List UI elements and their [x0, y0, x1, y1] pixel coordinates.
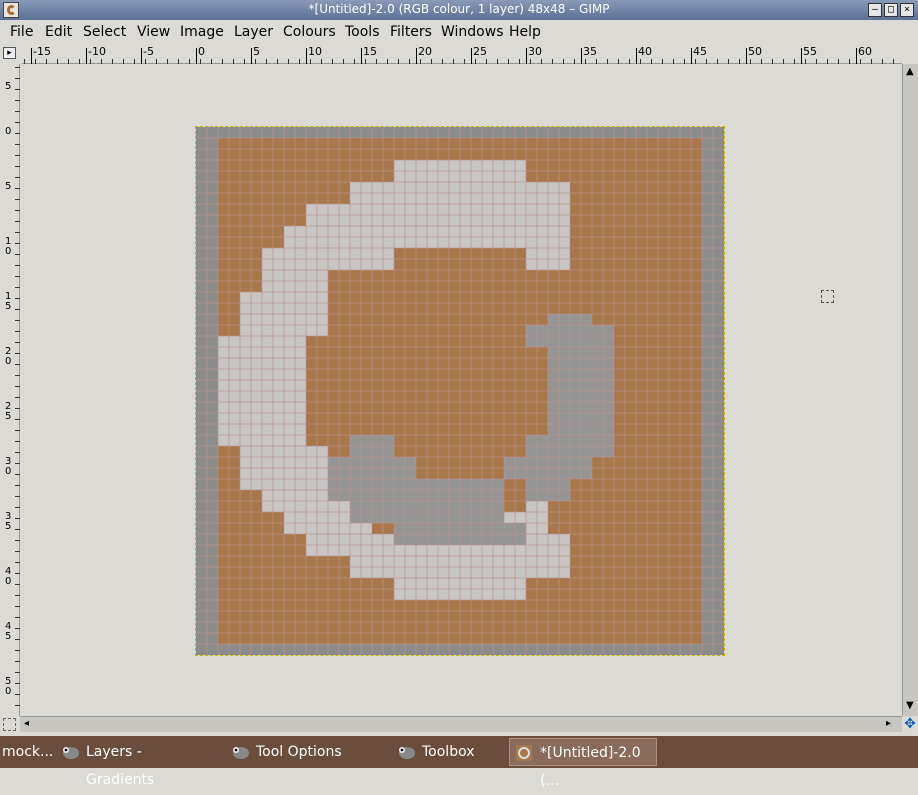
- menu-filters[interactable]: Filters: [390, 24, 432, 40]
- scroll-down-icon[interactable]: ▼: [906, 700, 914, 711]
- ruler-h-tick: [581, 48, 582, 64]
- ruler-h-label: -15: [33, 45, 51, 58]
- ruler-h-label: -5: [143, 45, 154, 58]
- ruler-h-tick: [526, 48, 527, 64]
- ruler-h-tick: [86, 48, 87, 64]
- ruler-v-label: 30: [5, 456, 12, 477]
- ruler-v-label: 40: [5, 566, 12, 587]
- gimp-wilber-icon: [233, 747, 249, 759]
- scroll-left-icon[interactable]: ◂: [24, 718, 29, 729]
- ruler-h-tick: [691, 48, 692, 64]
- ruler-v-label: 35: [5, 511, 12, 532]
- ruler-h-label: 0: [198, 45, 205, 58]
- ruler-h-tick: [746, 48, 747, 64]
- image-canvas[interactable]: [195, 126, 725, 656]
- quick-mask-toggle-icon[interactable]: [3, 718, 16, 731]
- ruler-v-label: 25: [5, 401, 12, 422]
- ruler-h-label: 45: [693, 45, 707, 58]
- ruler-h-tick: [31, 48, 32, 64]
- ruler-v-label: 5: [5, 81, 12, 92]
- ruler-h-tick: [416, 48, 417, 64]
- ruler-h-tick: [251, 48, 252, 64]
- menu-image[interactable]: Image: [180, 24, 224, 40]
- ruler-h-label: 20: [418, 45, 432, 58]
- navigate-icon[interactable]: ✥: [902, 716, 918, 732]
- task-mock[interactable]: mock...: [0, 738, 53, 766]
- menu-select[interactable]: Select: [83, 24, 126, 40]
- menu-edit[interactable]: Edit: [45, 24, 72, 40]
- menu-help[interactable]: Help: [509, 24, 541, 40]
- ruler-v-label: 0: [5, 126, 12, 137]
- ruler-h-label: 15: [363, 45, 377, 58]
- ruler-v-label: 10: [5, 236, 12, 257]
- gimp-wilber-icon: [399, 747, 415, 759]
- ruler-h-label: 25: [473, 45, 487, 58]
- ruler-h-label: 10: [308, 45, 322, 58]
- ruler-v-label: 0: [5, 686, 12, 697]
- menu-view[interactable]: View: [137, 24, 170, 40]
- image-thumbnail-icon: [516, 745, 532, 761]
- ruler-h-label: 55: [803, 45, 817, 58]
- menu-layer[interactable]: Layer: [234, 24, 273, 40]
- ruler-h-tick: [196, 48, 197, 64]
- ruler-h-tick: [306, 48, 307, 64]
- ruler-h-tick: [471, 48, 472, 64]
- vertical-ruler[interactable]: 505101520253035404550: [0, 64, 20, 716]
- ruler-v-label: 20: [5, 346, 12, 367]
- image-menu-arrow-icon[interactable]: ▸: [3, 47, 16, 59]
- taskbar: mock... Layers - Gradients Tool Options …: [0, 736, 918, 789]
- ruler-h-tick: [636, 48, 637, 64]
- menu-colours[interactable]: Colours: [283, 24, 336, 40]
- task-layers-gradients[interactable]: Layers - Gradients: [56, 738, 206, 788]
- task-toolbox[interactable]: Toolbox: [392, 738, 502, 766]
- ruler-h-tick: [801, 48, 802, 64]
- ruler-h-tick: [856, 48, 857, 64]
- ruler-h-label: 60: [858, 45, 872, 58]
- scroll-right-icon[interactable]: ▸: [886, 718, 891, 729]
- gimp-wilber-icon: [63, 747, 79, 759]
- selection-cursor-icon: [821, 290, 834, 303]
- vertical-scrollbar[interactable]: ▲ ▼: [902, 64, 918, 716]
- horizontal-ruler[interactable]: -15 -10 -5 0 5 10 15 20 25 30 35 40 45 50 55 60: [22, 44, 902, 64]
- ruler-h-label: -10: [88, 45, 106, 58]
- ruler-h-label: 40: [638, 45, 652, 58]
- ruler-v-label: 15: [5, 291, 12, 312]
- canvas-area[interactable]: [20, 64, 902, 716]
- task-tool-options[interactable]: Tool Options: [226, 738, 356, 766]
- maximize-button[interactable]: □: [884, 3, 898, 17]
- task-untitled-image[interactable]: *[Untitled]-2.0 (...: [509, 738, 657, 789]
- ruler-h-label: 35: [583, 45, 597, 58]
- ruler-h-tick: [361, 48, 362, 64]
- close-button[interactable]: ×: [900, 3, 914, 17]
- ruler-h-tick: [141, 48, 142, 64]
- ruler-h-label: 5: [253, 45, 260, 58]
- menu-bar: File Edit Select View Image Layer Colour…: [0, 20, 918, 44]
- horizontal-scrollbar[interactable]: ◂ ▸: [20, 716, 902, 732]
- minimize-button[interactable]: –: [868, 3, 882, 17]
- gimp-window: *[Untitled]-2.0 (RGB colour, 1 layer) 48…: [0, 0, 918, 789]
- scroll-up-icon[interactable]: ▲: [906, 66, 914, 77]
- ruler-h-label: 50: [748, 45, 762, 58]
- title-bar[interactable]: *[Untitled]-2.0 (RGB colour, 1 layer) 48…: [0, 0, 918, 20]
- window-title: *[Untitled]-2.0 (RGB colour, 1 layer) 48…: [308, 2, 610, 16]
- ruler-v-label: 45: [5, 621, 12, 642]
- horizontal-ruler-row: ▸ -15 -10 -5 0 5 10 15 20 25 30 35 40 45 50 55 60: [0, 44, 918, 64]
- ruler-h-label: 30: [528, 45, 542, 58]
- ruler-v-label: 5: [5, 181, 12, 192]
- menu-tools[interactable]: Tools: [345, 24, 380, 40]
- menu-windows[interactable]: Windows: [441, 24, 504, 40]
- menu-file[interactable]: File: [10, 24, 33, 40]
